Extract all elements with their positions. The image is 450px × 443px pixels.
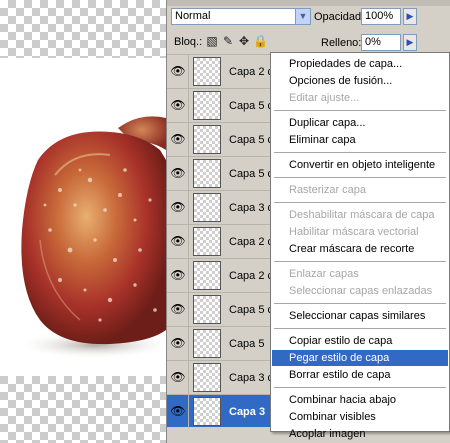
menu-item[interactable]: Borrar estilo de capa <box>272 367 448 383</box>
layer-thumbnail[interactable] <box>193 91 221 120</box>
eye-icon[interactable]: 👁 <box>169 370 187 384</box>
layer-context-menu: Propiedades de capa... Opciones de fusión… <box>270 52 450 440</box>
layer-name[interactable]: Capa 5 <box>229 338 264 350</box>
layer-thumbnail[interactable] <box>193 125 221 154</box>
layer-thumbnail[interactable] <box>193 329 221 358</box>
menu-separator <box>274 387 446 388</box>
layer-thumbnail[interactable] <box>193 57 221 86</box>
menu-item[interactable]: Convertir en objeto inteligente <box>272 157 448 173</box>
menu-item[interactable]: Duplicar capa... <box>272 115 448 131</box>
menu-item[interactable]: Opciones de fusión... <box>272 73 448 89</box>
fill-slider-arrow-icon[interactable]: ▶ <box>403 34 417 51</box>
padlock-icon[interactable]: 🔒 <box>253 34 268 48</box>
menu-item[interactable]: Seleccionar capas similares <box>272 308 448 324</box>
layer-thumbnail[interactable] <box>193 397 221 426</box>
eye-icon[interactable]: 👁 <box>169 234 187 248</box>
visibility-toggle[interactable]: 👁 <box>167 293 189 326</box>
apple-image <box>15 116 166 359</box>
opacity-input[interactable]: 100% <box>361 8 401 25</box>
menu-item[interactable]: Pegar estilo de capa <box>272 350 448 366</box>
menu-item[interactable]: Combinar hacia abajo <box>272 392 448 408</box>
menu-separator <box>274 328 446 329</box>
menu-item: Editar ajuste... <box>289 92 360 104</box>
brush-lock-icon[interactable]: ✎ <box>221 34 235 48</box>
menu-separator <box>274 152 446 153</box>
menu-separator <box>274 177 446 178</box>
visibility-toggle[interactable]: 👁 <box>167 191 189 224</box>
menu-separator <box>274 110 446 111</box>
menu-item[interactable]: Propiedades de capa... <box>272 56 448 72</box>
panel-tab-strip <box>167 0 450 6</box>
fill-input[interactable]: 0% <box>361 34 401 51</box>
layer-thumbnail[interactable] <box>193 363 221 392</box>
visibility-toggle[interactable]: 👁 <box>167 327 189 360</box>
menu-item[interactable]: Combinar visibles <box>272 409 448 425</box>
menu-item: Seleccionar capas enlazadas <box>289 285 433 297</box>
eye-icon[interactable]: 👁 <box>169 132 187 146</box>
move-lock-icon[interactable]: ✥ <box>237 34 251 48</box>
eye-icon[interactable]: 👁 <box>169 268 187 282</box>
eye-icon[interactable]: 👁 <box>169 302 187 316</box>
lock-label: Bloq.: <box>174 36 203 48</box>
menu-item[interactable]: Crear máscara de recorte <box>272 241 448 257</box>
menu-item: Enlazar capas <box>289 268 359 280</box>
eye-icon[interactable]: 👁 <box>169 64 187 78</box>
layer-thumbnail[interactable] <box>193 261 221 290</box>
visibility-toggle[interactable]: 👁 <box>167 395 189 428</box>
visibility-toggle[interactable]: 👁 <box>167 55 189 88</box>
menu-separator <box>274 303 446 304</box>
visibility-toggle[interactable]: 👁 <box>167 259 189 292</box>
fill-label: Relleno: <box>321 37 362 49</box>
visibility-toggle[interactable]: 👁 <box>167 89 189 122</box>
menu-item[interactable]: Eliminar capa <box>272 132 448 148</box>
chevron-down-icon[interactable]: ▼ <box>295 9 310 24</box>
opacity-label: Opacidad: <box>314 11 365 23</box>
eye-icon[interactable]: 👁 <box>169 200 187 214</box>
layer-thumbnail[interactable] <box>193 227 221 256</box>
opacity-slider-arrow-icon[interactable]: ▶ <box>403 8 417 25</box>
visibility-toggle[interactable]: 👁 <box>167 157 189 190</box>
checkerboard-lock-icon[interactable]: ▧ <box>205 34 219 48</box>
menu-item: Habilitar máscara vectorial <box>289 226 419 238</box>
eye-icon[interactable]: 👁 <box>169 98 187 112</box>
menu-separator <box>274 261 446 262</box>
eye-icon[interactable]: 👁 <box>169 336 187 350</box>
menu-separator <box>274 202 446 203</box>
visibility-toggle[interactable]: 👁 <box>167 225 189 258</box>
layer-thumbnail[interactable] <box>193 159 221 188</box>
blend-mode-select[interactable]: Normal ▼ <box>171 8 311 25</box>
visibility-toggle[interactable]: 👁 <box>167 361 189 394</box>
menu-item: Deshabilitar máscara de capa <box>289 209 435 221</box>
menu-item[interactable]: Copiar estilo de capa <box>272 333 448 349</box>
layer-name[interactable]: Capa 3 <box>229 406 265 418</box>
document-canvas[interactable] <box>0 0 166 443</box>
eye-icon[interactable]: 👁 <box>169 404 187 418</box>
visibility-toggle[interactable]: 👁 <box>167 123 189 156</box>
eye-icon[interactable]: 👁 <box>169 166 187 180</box>
layer-thumbnail[interactable] <box>193 295 221 324</box>
menu-item: Rasterizar capa <box>289 184 367 196</box>
blend-mode-value: Normal <box>175 10 211 22</box>
layer-thumbnail[interactable] <box>193 193 221 222</box>
menu-item[interactable]: Acoplar imagen <box>272 426 448 442</box>
